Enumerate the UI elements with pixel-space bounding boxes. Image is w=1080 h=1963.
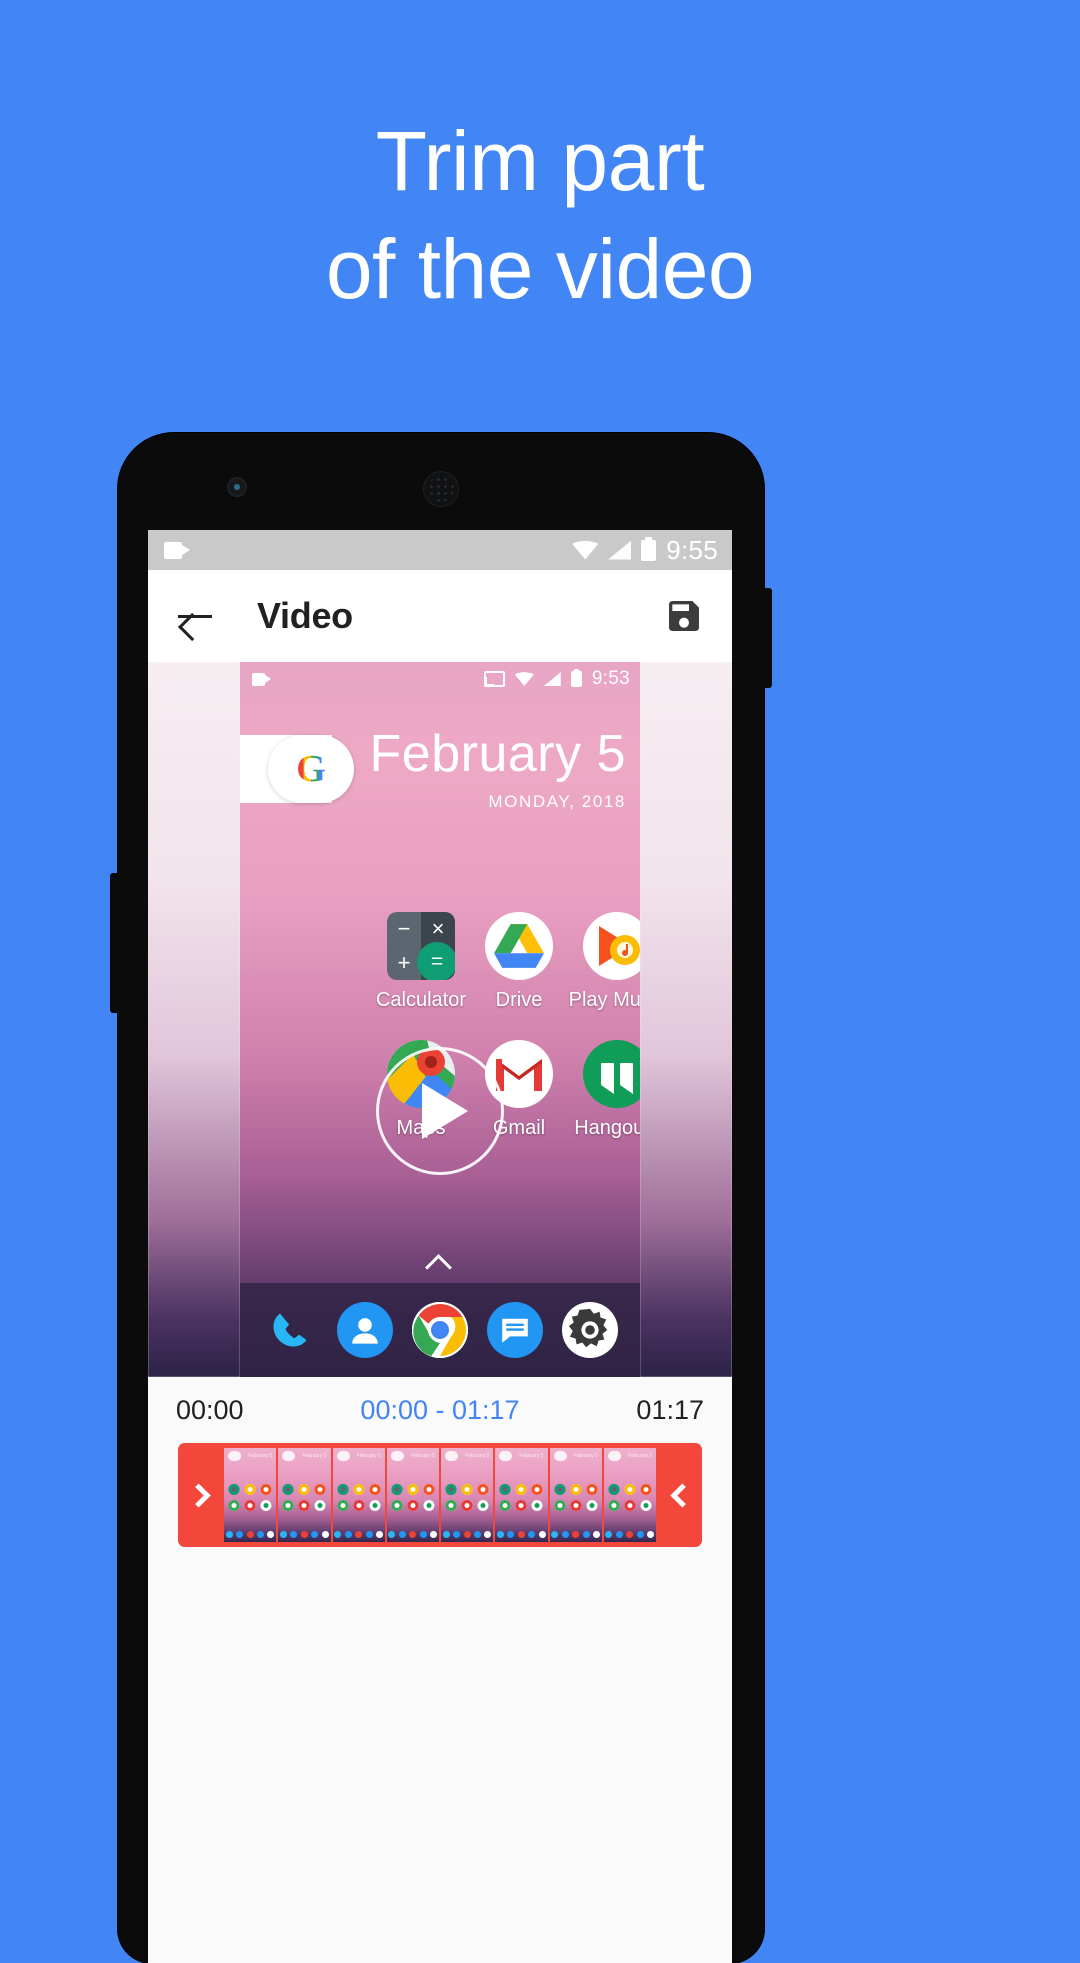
- messages-icon: [487, 1302, 544, 1358]
- wifi-icon: [572, 540, 599, 560]
- filmstrip-frame: February 5: [441, 1448, 494, 1542]
- home-dock: [240, 1283, 640, 1377]
- signal-icon: [608, 540, 632, 560]
- phone-screen: 9:55 Video 9:53 G February 5 MONDAY, 201…: [148, 530, 732, 1963]
- filmstrip-frame: February 5: [278, 1448, 331, 1542]
- headline-line-2: of the video: [325, 221, 755, 316]
- filmstrip-frame: February 5: [332, 1448, 385, 1542]
- status-bar-time: 9:55: [666, 534, 718, 565]
- save-icon[interactable]: [664, 596, 704, 636]
- filmstrip-frame: February 5: [603, 1448, 656, 1542]
- trim-range-label: 00:00 - 01:17: [360, 1394, 520, 1425]
- google-search-widget: G: [268, 735, 354, 803]
- app-icon-hangouts: Hangouts: [568, 1040, 640, 1140]
- filmstrip-frame: February 5: [495, 1448, 548, 1542]
- videocam-icon: [164, 541, 190, 559]
- phone-side-button-left: [110, 873, 119, 1013]
- app-icon-play-music: Play Music: [568, 912, 640, 1012]
- google-g-icon: G: [296, 748, 326, 790]
- page-title: Trim part of the video: [0, 108, 1080, 323]
- video-letterbox-left: [148, 662, 240, 1377]
- chrome-icon: [411, 1302, 468, 1358]
- trim-handle-left[interactable]: [178, 1443, 224, 1547]
- trim-time-bar: 00:00 00:00 - 01:17 01:17: [148, 1377, 732, 1443]
- app-label: Hangouts: [574, 1117, 640, 1139]
- date-widget: February 5 MONDAY, 2018: [370, 728, 626, 812]
- phone-side-button-right: [763, 588, 772, 688]
- calculator-icon: −× +÷ =: [387, 912, 455, 980]
- settings-icon: [562, 1302, 619, 1358]
- filmstrip-frame: February 5: [386, 1448, 439, 1542]
- signal-icon: [543, 672, 561, 686]
- filmstrip-container: February 5 February 5 February 5 February 5…: [148, 1443, 732, 1563]
- app-label: Drive: [495, 989, 543, 1011]
- earpiece-speaker-icon: [423, 471, 459, 507]
- front-camera-icon: [227, 477, 247, 497]
- play-music-icon: [583, 912, 640, 980]
- video-frame: 9:53 G February 5 MONDAY, 2018 − × + = C…: [240, 662, 640, 1377]
- date-day: February 5: [369, 725, 626, 783]
- videocam-icon: [252, 672, 271, 686]
- phone-mockup: 9:55 Video 9:53 G February 5 MONDAY, 201…: [110, 433, 772, 1963]
- video-letterbox-right: [640, 662, 732, 1377]
- app-label: Calculator: [375, 989, 467, 1011]
- trim-start-time: 00:00: [176, 1394, 244, 1425]
- app-bar-title: Video: [257, 595, 353, 636]
- trim-handle-right[interactable]: [656, 1443, 702, 1547]
- cast-icon: [483, 671, 505, 687]
- battery-icon: [570, 669, 582, 687]
- filmstrip-frame: February 5: [549, 1448, 602, 1542]
- recorded-status-bar: 9:53: [240, 662, 640, 696]
- app-icon-drive: Drive: [470, 912, 568, 1012]
- app-bar: Video: [148, 570, 732, 662]
- trim-end-time: 01:17: [636, 1394, 704, 1425]
- phone-top-bezel: [118, 433, 764, 530]
- status-bar: 9:55: [148, 530, 732, 570]
- back-arrow-icon[interactable]: [176, 597, 214, 635]
- app-label: Play Music: [568, 989, 640, 1011]
- filmstrip[interactable]: February 5 February 5 February 5 February 5…: [178, 1443, 702, 1547]
- video-preview[interactable]: 9:53 G February 5 MONDAY, 2018 − × + = C…: [148, 662, 732, 1377]
- headline-line-1: Trim part: [375, 114, 705, 208]
- filmstrip-frames: February 5 February 5 February 5 February 5…: [224, 1448, 656, 1542]
- contacts-icon: [336, 1302, 393, 1358]
- wifi-icon: [514, 672, 534, 686]
- date-sub: MONDAY, 2018: [488, 792, 626, 811]
- play-icon[interactable]: [376, 1047, 504, 1175]
- phone-icon: [262, 1302, 318, 1358]
- recorded-status-time: 9:53: [591, 668, 630, 689]
- drive-icon: [485, 912, 553, 980]
- app-icon-calculator: −× +÷ = Calculator: [372, 912, 470, 1012]
- app-drawer-chevron-up-icon: [429, 1250, 451, 1272]
- hangouts-icon: [583, 1040, 640, 1108]
- filmstrip-frame: February 5: [224, 1448, 277, 1542]
- battery-icon: [641, 536, 657, 561]
